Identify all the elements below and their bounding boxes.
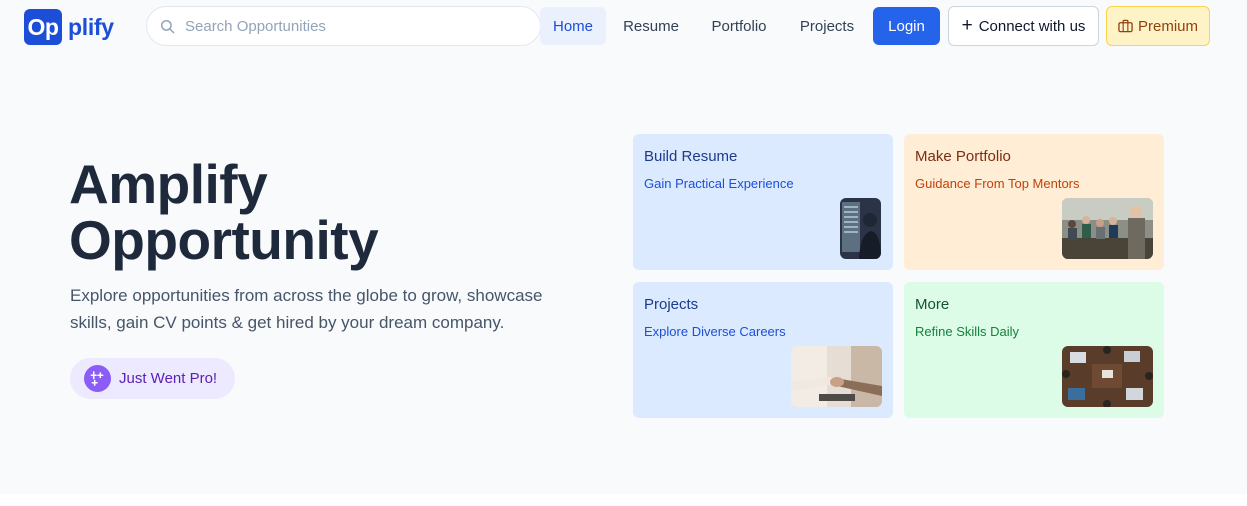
card-make-portfolio[interactable]: Make Portfolio Guidance From Top Mentors: [904, 134, 1164, 270]
team-meeting-photo: [1062, 198, 1153, 259]
nav-home[interactable]: Home: [540, 7, 606, 45]
hero-title-line2: Opportunity: [69, 209, 379, 271]
search-input[interactable]: [185, 17, 525, 35]
card-build-resume[interactable]: Build Resume Gain Practical Experience: [633, 134, 893, 270]
plus-icon: +: [961, 14, 973, 36]
logo-mark: Op: [24, 9, 62, 45]
connect-button[interactable]: + Connect with us: [948, 6, 1099, 46]
sparkle-icon: [84, 365, 111, 392]
card-more[interactable]: More Refine Skills Daily: [904, 282, 1164, 418]
pro-badge-label: Just Went Pro!: [119, 370, 218, 387]
desk-with-laptops-photo: [1062, 346, 1153, 407]
just-went-pro-badge[interactable]: Just Went Pro!: [70, 358, 235, 399]
top-navbar: Op plify Home Resume Portfolio Projects …: [0, 0, 1247, 54]
card-title: Make Portfolio: [915, 148, 1011, 165]
nav-resume[interactable]: Resume: [612, 7, 690, 45]
card-subtitle: Guidance From Top Mentors: [915, 176, 1080, 191]
hero-title: Amplify Opportunity: [69, 156, 589, 268]
briefcase-icon: [1118, 19, 1133, 33]
page: Op plify Home Resume Portfolio Projects …: [0, 0, 1247, 506]
card-subtitle: Refine Skills Daily: [915, 324, 1020, 339]
hero-title-line1: Amplify: [69, 153, 268, 215]
developer-at-monitors-photo: [840, 198, 881, 259]
premium-button[interactable]: Premium: [1106, 6, 1210, 46]
connect-button-label: Connect with us: [978, 17, 1086, 35]
card-title: Projects: [644, 296, 699, 313]
logo-wordmark: plify: [68, 13, 114, 40]
search-icon: [159, 18, 175, 34]
hero-section: Amplify Opportunity Explore opportunitie…: [0, 54, 1247, 494]
nav-portfolio[interactable]: Portfolio: [700, 7, 778, 45]
logo[interactable]: Op plify: [24, 9, 114, 45]
premium-button-label: Premium: [1137, 17, 1198, 35]
card-subtitle: Gain Practical Experience: [644, 176, 794, 191]
nav-projects[interactable]: Projects: [790, 7, 864, 45]
card-projects[interactable]: Projects Explore Diverse Careers: [633, 282, 893, 418]
card-title: Build Resume: [644, 148, 738, 165]
search-bar[interactable]: [146, 6, 541, 46]
handshake-photo: [791, 346, 882, 407]
card-subtitle: Explore Diverse Careers: [644, 324, 786, 339]
login-button[interactable]: Login: [873, 7, 940, 45]
hero-description: Explore opportunities from across the gl…: [70, 286, 543, 332]
card-title: More: [915, 296, 950, 313]
